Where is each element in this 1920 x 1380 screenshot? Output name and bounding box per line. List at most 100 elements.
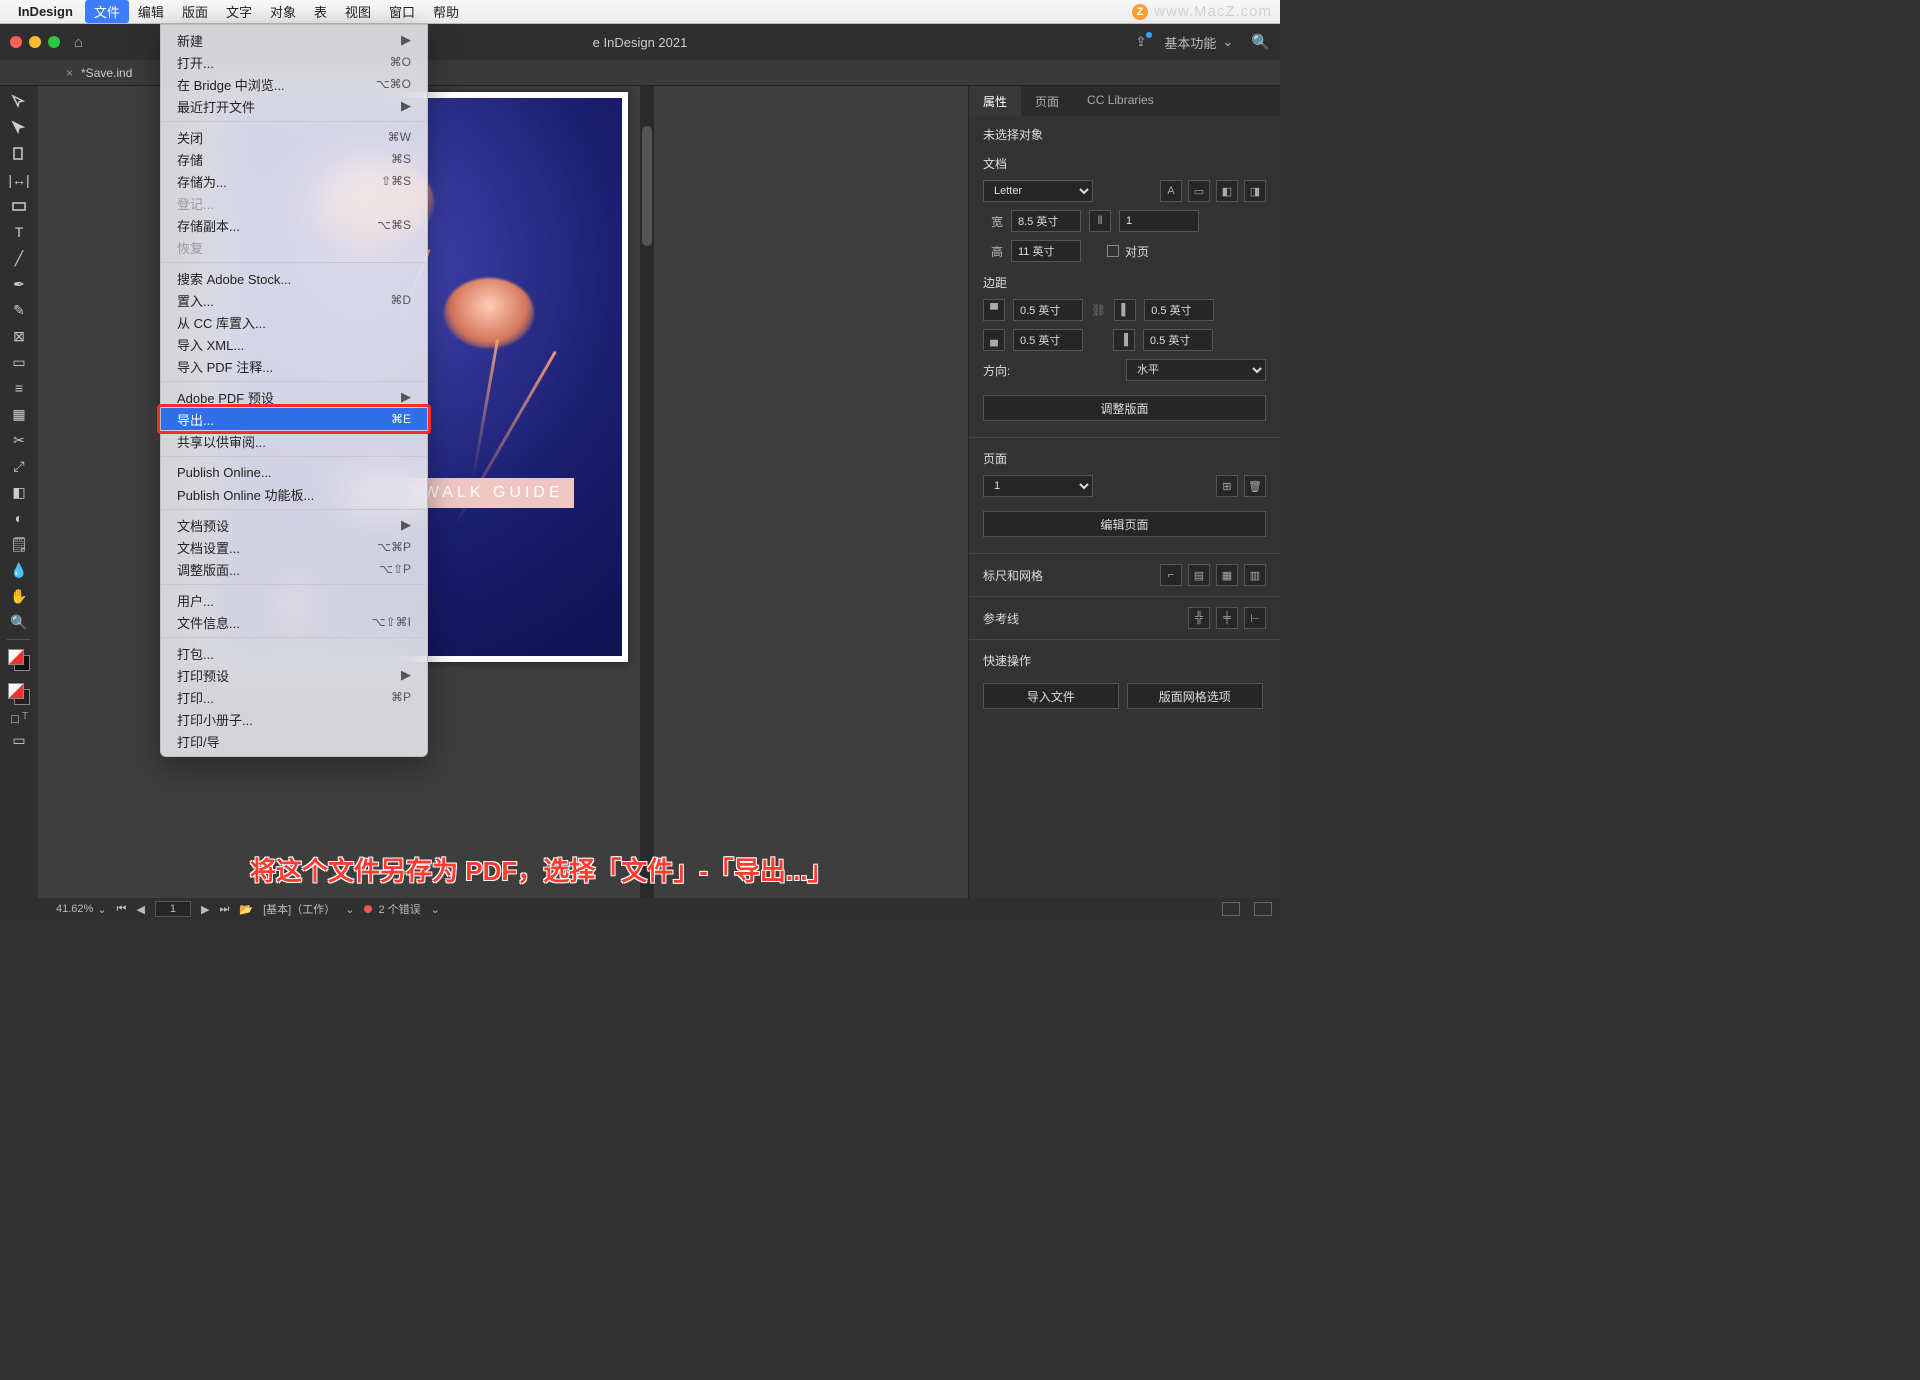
view-mode-icon[interactable]: ▭ <box>4 728 34 752</box>
add-page-icon[interactable]: ⊞ <box>1216 475 1238 497</box>
tab-pages[interactable]: 页面 <box>1021 86 1073 116</box>
share-icon[interactable]: ⇪ <box>1135 34 1146 50</box>
maximize-window-icon[interactable] <box>48 36 60 48</box>
hand-tool-icon[interactable]: ✋ <box>4 584 34 608</box>
close-tab-icon[interactable]: × <box>66 66 73 80</box>
edit-pages-button[interactable]: 编辑页面 <box>983 511 1266 537</box>
menu-item[interactable]: 最近打开文件▶ <box>161 95 427 117</box>
free-transform-tool-icon[interactable]: ⤢ <box>4 454 34 478</box>
menu-item[interactable]: 导入 XML... <box>161 333 427 355</box>
binding-input[interactable] <box>1119 210 1199 232</box>
menu-table[interactable]: 表 <box>305 0 336 23</box>
margin-top-input[interactable] <box>1013 299 1083 321</box>
search-icon[interactable]: 🔍 <box>1251 33 1270 51</box>
height-input[interactable] <box>1011 240 1081 262</box>
menu-item[interactable]: 导入 PDF 注释... <box>161 355 427 377</box>
scissors-tool-icon[interactable]: ✂ <box>4 428 34 452</box>
orientation-landscape-icon[interactable]: ▭ <box>1188 180 1210 202</box>
tab-properties[interactable]: 属性 <box>969 86 1021 116</box>
gradient-feather-tool-icon[interactable]: ◐ <box>4 506 34 530</box>
stroke-tool-icon[interactable]: ≡ <box>4 376 34 400</box>
page-binding-right-icon[interactable]: ◨ <box>1244 180 1266 202</box>
rectangle-tool-icon[interactable]: ▭ <box>4 350 34 374</box>
content-collector-tool-icon[interactable] <box>4 194 34 218</box>
facing-checkbox[interactable] <box>1107 245 1119 257</box>
errors-chevron-icon[interactable]: ⌄ <box>431 903 440 916</box>
smart-guides-icon[interactable]: ⊢ <box>1244 607 1266 629</box>
menu-item[interactable]: 导出...⌘E <box>161 408 427 430</box>
page-number-field[interactable]: 1 <box>155 901 191 917</box>
menu-item[interactable]: 打印预设▶ <box>161 664 427 686</box>
width-input[interactable] <box>1011 210 1081 232</box>
guides-lock-icon[interactable]: ╪ <box>1216 607 1238 629</box>
menu-item[interactable]: 存储为...⇧⌘S <box>161 170 427 192</box>
menu-item[interactable]: 用户... <box>161 589 427 611</box>
menu-item[interactable]: 打开...⌘O <box>161 51 427 73</box>
close-window-icon[interactable] <box>10 36 22 48</box>
color-profile-label[interactable]: [基本]（工作） <box>263 901 335 917</box>
menu-file[interactable]: 文件 <box>85 0 129 23</box>
adjust-layout-button[interactable]: 调整版面 <box>983 395 1266 421</box>
zoom-tool-icon[interactable]: 🔍 <box>4 610 34 634</box>
grid-tool-icon[interactable]: ▦ <box>4 402 34 426</box>
menu-type[interactable]: 文字 <box>217 0 261 23</box>
guides-show-icon[interactable]: ╬ <box>1188 607 1210 629</box>
menu-item[interactable]: 新建▶ <box>161 29 427 51</box>
app-name[interactable]: InDesign <box>18 4 73 19</box>
orientation-select[interactable]: 水平 <box>1126 359 1266 381</box>
grid-dots-icon[interactable]: ▦ <box>1216 564 1238 586</box>
page-tool-icon[interactable] <box>4 142 34 166</box>
menu-item[interactable]: 打印/导 <box>161 730 427 752</box>
open-doc-icon[interactable]: 📂 <box>239 903 253 916</box>
menu-item[interactable]: 文档预设▶ <box>161 514 427 536</box>
menu-item[interactable]: 共享以供审阅... <box>161 430 427 452</box>
eyedropper-tool-icon[interactable]: 💧 <box>4 558 34 582</box>
zoom-level[interactable]: 41.62% ⌄ <box>56 903 107 916</box>
menu-item[interactable]: 打印小册子... <box>161 708 427 730</box>
menu-item[interactable]: Adobe PDF 预设▶ <box>161 386 427 408</box>
menu-item[interactable]: 文档设置...⌥⌘P <box>161 536 427 558</box>
container-format-icon[interactable]: 口 <box>10 711 20 726</box>
fill-stroke-swatch[interactable] <box>8 649 30 671</box>
menu-layout[interactable]: 版面 <box>173 0 217 23</box>
menu-item[interactable]: 文件信息...⌥⇧⌘I <box>161 611 427 633</box>
gap-tool-icon[interactable]: |↔| <box>4 168 34 192</box>
orientation-portrait-icon[interactable]: A <box>1160 180 1182 202</box>
text-format-icon[interactable]: T <box>22 711 28 726</box>
margin-bottom-input[interactable] <box>1013 329 1083 351</box>
menu-item[interactable]: Publish Online... <box>161 461 427 483</box>
document-tab[interactable]: × *Save.ind <box>54 60 144 85</box>
pen-tool-icon[interactable]: ✒ <box>4 272 34 296</box>
margin-left-input[interactable] <box>1144 299 1214 321</box>
tab-cc-libraries[interactable]: CC Libraries <box>1073 86 1168 116</box>
rectangle-frame-tool-icon[interactable]: ⊠ <box>4 324 34 348</box>
menu-item[interactable]: 从 CC 库置入... <box>161 311 427 333</box>
ruler-icon[interactable]: ⌐ <box>1160 564 1182 586</box>
gradient-swatch-tool-icon[interactable]: ◧ <box>4 480 34 504</box>
delete-page-icon[interactable]: 🗑 <box>1244 475 1266 497</box>
menu-item[interactable]: 调整版面...⌥⇧P <box>161 558 427 580</box>
pencil-tool-icon[interactable]: ✎ <box>4 298 34 322</box>
menu-item[interactable]: 搜索 Adobe Stock... <box>161 267 427 289</box>
default-fill-stroke[interactable] <box>8 683 30 705</box>
baseline-grid-icon[interactable]: ▥ <box>1244 564 1266 586</box>
home-icon[interactable]: ⌂ <box>74 34 83 51</box>
layout-grid-options-button[interactable]: 版面网格选项 <box>1127 683 1263 709</box>
direct-selection-tool-icon[interactable] <box>4 116 34 140</box>
minimize-window-icon[interactable] <box>29 36 41 48</box>
margin-right-input[interactable] <box>1143 329 1213 351</box>
preflight-errors[interactable]: 2 个错误 <box>364 901 420 917</box>
page-preset-select[interactable]: Letter <box>983 180 1093 202</box>
import-file-button[interactable]: 导入文件 <box>983 683 1119 709</box>
last-page-icon[interactable]: ⏭ <box>220 903 230 916</box>
page-number-select[interactable]: 1 <box>983 475 1093 497</box>
first-page-icon[interactable]: ⏮ <box>117 903 127 916</box>
type-tool-icon[interactable]: T <box>4 220 34 244</box>
menu-item[interactable]: 存储⌘S <box>161 148 427 170</box>
workspace-switcher[interactable]: 基本功能 ⌄ <box>1164 33 1233 52</box>
view-single-icon[interactable] <box>1254 902 1272 916</box>
view-split-icon[interactable] <box>1222 902 1240 916</box>
binding-icon[interactable]: ⫴ <box>1089 210 1111 232</box>
menu-edit[interactable]: 编辑 <box>129 0 173 23</box>
grid-lines-icon[interactable]: ▤ <box>1188 564 1210 586</box>
